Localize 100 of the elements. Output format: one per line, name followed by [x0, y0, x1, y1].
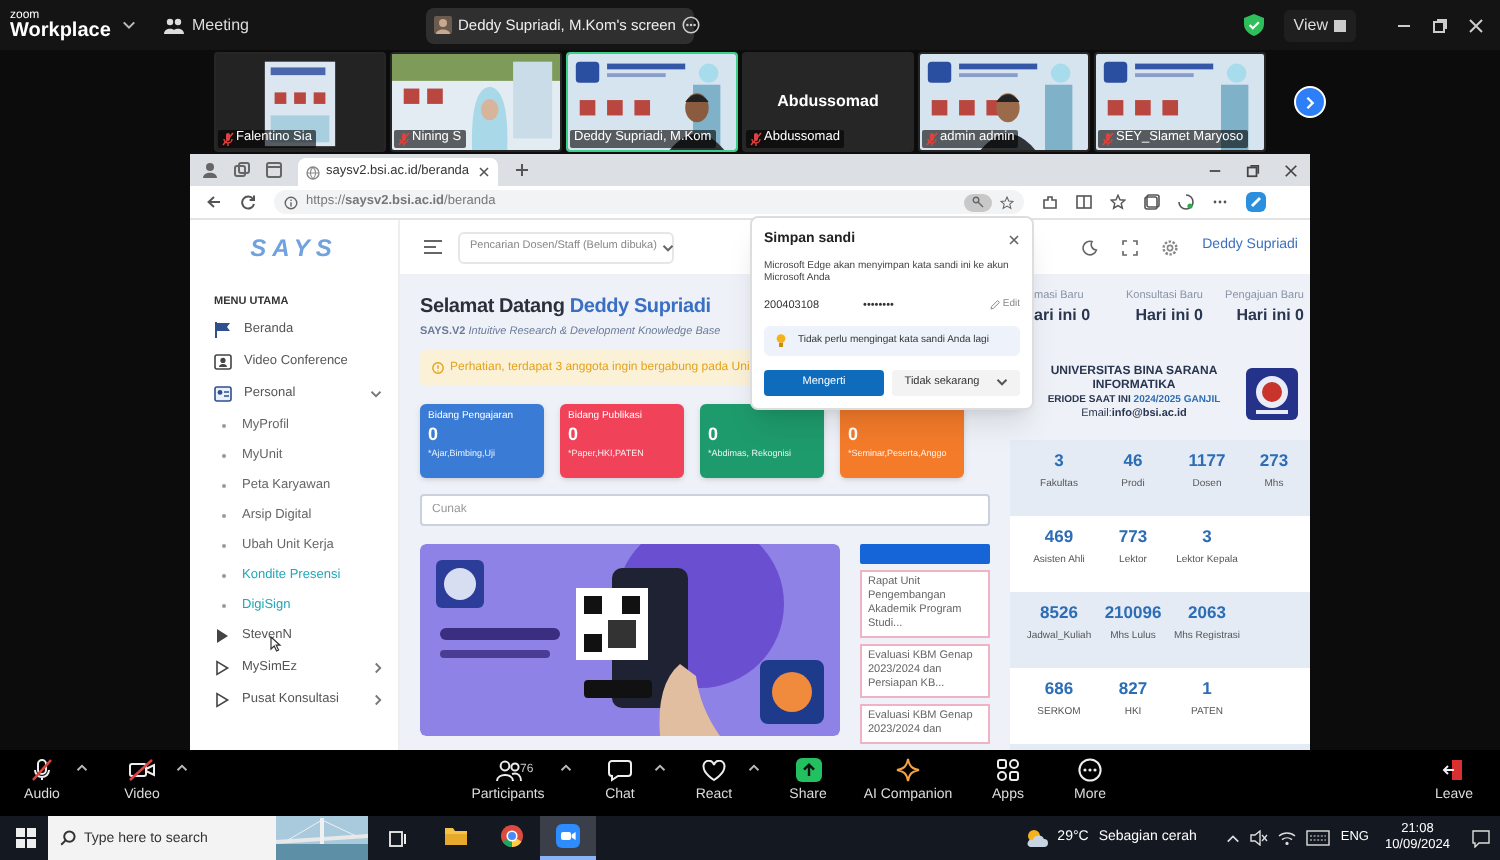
count-value: Hari ini 0 [1135, 304, 1203, 329]
participant-display-name: Abdussomad [777, 90, 879, 114]
moon-icon[interactable] [1082, 239, 1099, 255]
welcome-title: Selamat Datang Deddy Supriadi [420, 294, 711, 322]
warning-icon [432, 362, 444, 374]
product-name: Workplace [10, 21, 111, 41]
weather-icon [1023, 828, 1048, 848]
view-button[interactable]: View [1283, 9, 1356, 41]
chevron-down-icon[interactable] [122, 20, 136, 30]
reload-icon[interactable] [240, 194, 256, 210]
extension-icon[interactable] [1042, 194, 1058, 210]
stat-value: 827 [1118, 678, 1148, 700]
video-app-icon [556, 824, 580, 848]
video-card-icon [214, 354, 232, 371]
muted-mic-icon [1102, 132, 1114, 146]
chevron-down-icon[interactable] [662, 243, 675, 251]
stat-value: 273 [1259, 450, 1289, 472]
tab-actions-icon[interactable] [266, 162, 282, 178]
taskbar-app[interactable] [540, 816, 596, 860]
heart-icon [702, 759, 726, 782]
more-icon [1078, 758, 1102, 783]
windows-start-icon[interactable] [16, 828, 36, 848]
profile-icon[interactable] [202, 162, 218, 178]
plus-icon[interactable] [514, 162, 530, 178]
count-value: ari ini 0 [1034, 304, 1091, 329]
meeting-button[interactable]: Meeting [164, 13, 249, 37]
muted-mic-icon [222, 132, 234, 146]
chevron-down-icon [370, 390, 382, 399]
stat-value: 2063 [1188, 602, 1226, 624]
card-value: 0 [848, 424, 861, 446]
university-emblem-icon [1246, 368, 1298, 420]
caret-up-icon[interactable] [176, 763, 188, 771]
caret-up-icon[interactable] [560, 763, 572, 771]
card-value: 0 [568, 424, 581, 446]
stat-value: 3 [1054, 450, 1064, 472]
caret-up-icon[interactable] [76, 763, 88, 771]
workspaces-icon[interactable] [234, 162, 250, 178]
muted-mic-icon [750, 132, 762, 146]
close-icon[interactable] [478, 166, 490, 178]
flag-icon [214, 322, 232, 339]
star-icon[interactable] [1000, 195, 1014, 209]
back-arrow-icon[interactable] [206, 194, 222, 210]
task-view-icon[interactable] [388, 829, 408, 847]
more-icon[interactable] [681, 16, 700, 34]
password-key-button[interactable] [964, 193, 992, 211]
card-value: 0 [428, 424, 441, 446]
keyboard-icon[interactable] [1306, 830, 1331, 846]
caret-up-icon[interactable] [748, 763, 760, 771]
chevron-up-icon[interactable] [1226, 833, 1241, 843]
restore-icon[interactable] [1246, 163, 1260, 177]
settings-icon[interactable] [1162, 239, 1179, 255]
chrome-icon [500, 824, 524, 848]
stat-value: 686 [1044, 678, 1074, 700]
chevron-right-icon [374, 662, 382, 675]
collections-icon[interactable] [1144, 194, 1160, 210]
menu-icon[interactable] [424, 240, 442, 254]
split-screen-icon[interactable] [1076, 194, 1092, 210]
microphone-icon [30, 758, 54, 783]
video-camera-icon [128, 758, 156, 783]
muted-mic-icon [926, 132, 938, 146]
card-value: 0 [708, 424, 721, 446]
globe-icon [306, 165, 320, 179]
app-logo: SAYS [250, 231, 338, 265]
caret-up-icon[interactable] [654, 763, 666, 771]
info-icon [284, 195, 298, 209]
next-page-button[interactable] [1294, 86, 1326, 118]
stat-value: 773 [1118, 526, 1148, 548]
chat-icon [608, 758, 632, 783]
fullscreen-icon[interactable] [1122, 239, 1139, 255]
people-icon [495, 759, 521, 782]
speaker-muted-icon[interactable] [1250, 830, 1269, 846]
favorites-icon[interactable] [1110, 194, 1126, 210]
lightbulb-icon [776, 333, 786, 348]
people-icon [164, 17, 184, 33]
share-screen-icon [795, 758, 821, 783]
stat-value: 8526 [1040, 602, 1078, 624]
notification-icon[interactable] [1472, 829, 1490, 847]
news-header-bar [860, 544, 990, 564]
mouse-pointer-icon [270, 636, 282, 652]
count-value: Hari ini 0 [1236, 304, 1304, 329]
exit-door-icon [1442, 758, 1466, 783]
id-card-icon [214, 386, 232, 403]
stat-value: 1 [1202, 678, 1212, 700]
shield-check-icon [1243, 14, 1264, 36]
copilot-icon[interactable] [1246, 192, 1266, 212]
wifi-icon[interactable] [1278, 830, 1297, 846]
chevron-right-icon [1304, 95, 1316, 109]
sparkle-icon [896, 758, 920, 783]
folder-icon [444, 826, 468, 846]
stat-value: 1177 [1188, 450, 1226, 472]
close-icon[interactable] [1284, 163, 1298, 177]
search-icon [60, 830, 76, 846]
play-icon [214, 628, 230, 645]
avatar-icon [434, 16, 452, 34]
apps-icon [996, 758, 1020, 783]
close-icon[interactable] [1008, 234, 1020, 247]
stat-value: 210096 [1104, 602, 1162, 624]
stat-value: 46 [1123, 450, 1143, 472]
chevron-right-icon [374, 694, 382, 707]
chevron-down-icon[interactable] [995, 378, 1008, 387]
